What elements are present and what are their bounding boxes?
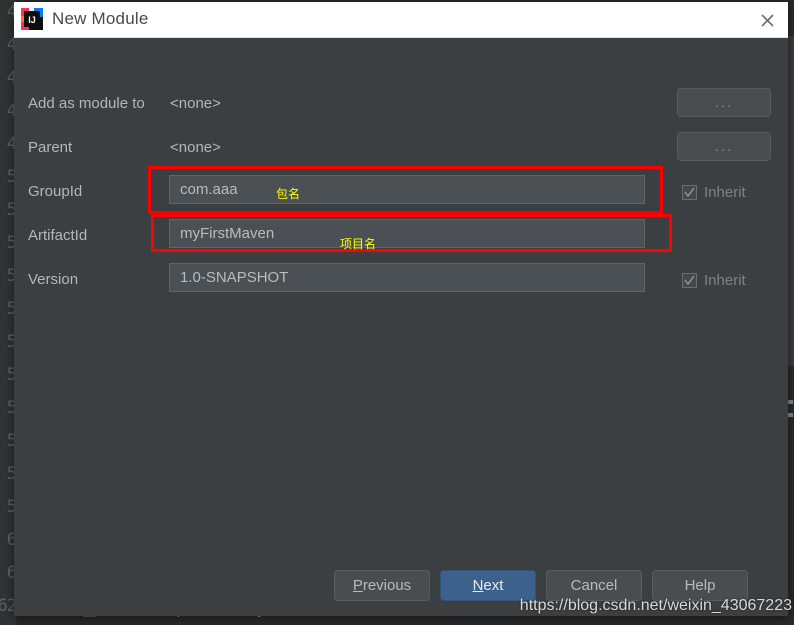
browse-button-parent[interactable]: ... xyxy=(677,132,771,161)
svg-text:IJ: IJ xyxy=(28,15,36,25)
new-module-dialog: IJ New Module Add as module to <none> ..… xyxy=(14,2,788,616)
artifactid-input[interactable]: myFirstMaven xyxy=(169,219,645,248)
checkmark-icon xyxy=(682,185,697,200)
intellij-idea-icon: IJ xyxy=(20,7,44,31)
editor-marker xyxy=(788,413,793,417)
value-parent: <none> xyxy=(170,139,221,156)
version-input[interactable]: 1.0-SNAPSHOT xyxy=(169,263,645,292)
browse-button-add-as-module-to[interactable]: ... xyxy=(677,88,771,117)
value-add-as-module-to: <none> xyxy=(170,95,221,112)
editor-marker xyxy=(788,400,793,404)
previous-mnemonic: P xyxy=(352,577,363,594)
checkmark-icon xyxy=(682,273,697,288)
next-label: ext xyxy=(483,577,504,594)
previous-button[interactable]: Previous xyxy=(334,570,430,601)
annotation-note-project-name: 项目名 xyxy=(340,237,377,251)
inherit-checkbox-version[interactable]: Inherit xyxy=(682,272,746,289)
watermark-url: https://blog.csdn.net/weixin_43067223 xyxy=(519,597,792,614)
next-mnemonic: N xyxy=(472,577,484,594)
label-groupid: GroupId xyxy=(28,183,83,200)
previous-label: revious xyxy=(362,577,412,594)
module-form: Add as module to <none> ... Parent <none… xyxy=(14,38,788,558)
groupid-input[interactable]: com.aaa xyxy=(169,175,645,204)
label-version: Version xyxy=(28,271,79,288)
editor-right-scroll-strip[interactable] xyxy=(788,36,794,366)
label-parent: Parent xyxy=(28,139,73,156)
inherit-checkbox-groupid[interactable]: Inherit xyxy=(682,184,746,201)
dialog-title-bar: IJ New Module xyxy=(14,2,788,38)
label-add-as-module-to: Add as module to xyxy=(28,95,145,112)
inherit-label-version: Inherit xyxy=(704,272,746,289)
label-artifactid: ArtifactId xyxy=(28,227,88,244)
inherit-label-groupid: Inherit xyxy=(704,184,746,201)
close-icon[interactable] xyxy=(752,6,782,34)
dialog-title: New Module xyxy=(52,9,149,28)
annotation-note-package-name: 包名 xyxy=(276,187,301,201)
